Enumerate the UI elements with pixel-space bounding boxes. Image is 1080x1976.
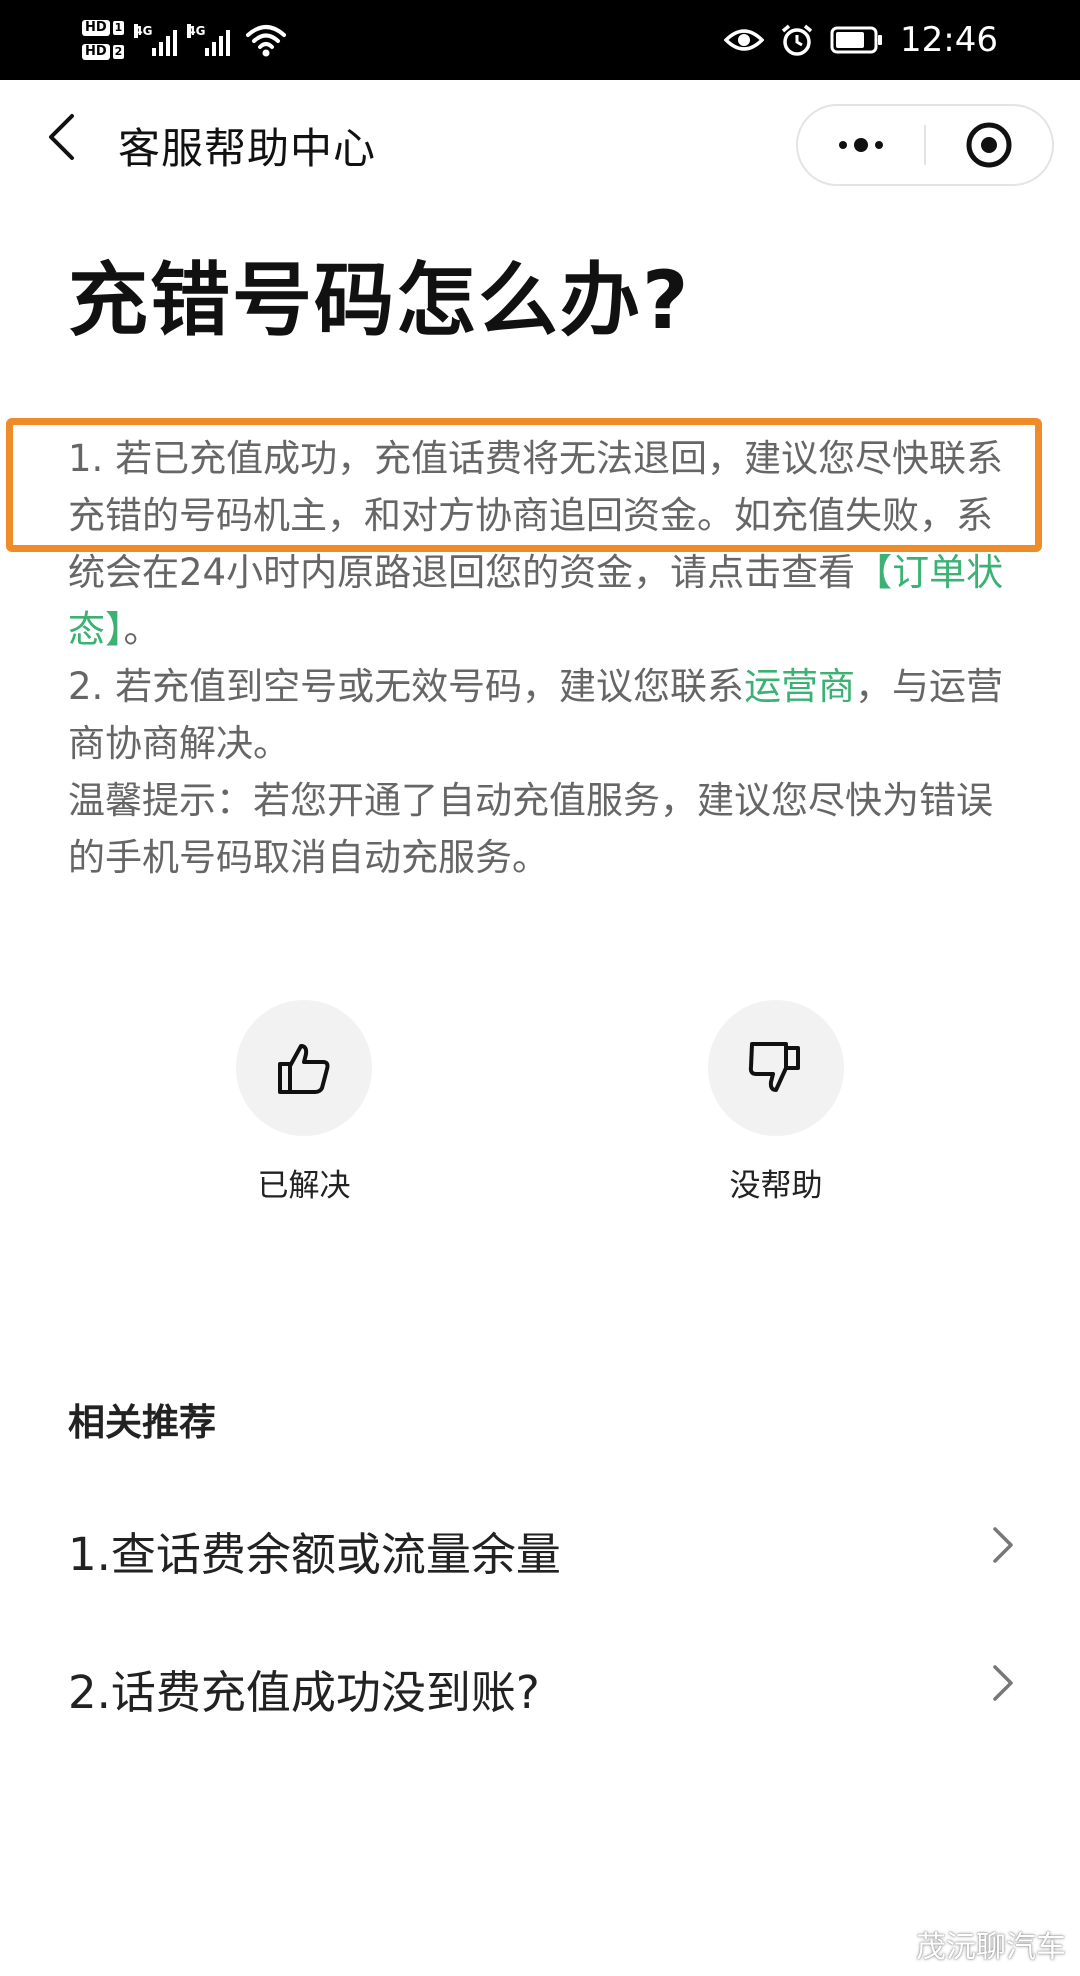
highlight-box	[6, 418, 1042, 552]
paragraph-2: 2. 若充值到空号或无效号码，建议您联系运营商，与运营商协商解决。	[68, 665, 1004, 765]
alarm-icon	[781, 24, 813, 56]
clock: 12:46	[900, 20, 998, 60]
carrier-link[interactable]: 运营商	[744, 665, 855, 708]
status-bar: HD 1 HD 2 4G 4G 12:46	[0, 0, 1080, 80]
tip-paragraph: 温馨提示：若您开通了自动充值服务，建议您尽快为错误的手机号码取消自动充服务。	[68, 779, 993, 879]
chevron-right-icon	[993, 1665, 1013, 1701]
battery-icon	[830, 26, 883, 54]
status-left: HD 1 HD 2 4G 4G	[82, 10, 287, 70]
mini-program-capsule	[796, 104, 1054, 186]
target-close-icon	[966, 122, 1012, 168]
nav-title: 客服帮助中心	[118, 124, 377, 173]
unhelpful-feedback: 没帮助	[676, 1000, 876, 1205]
solved-feedback: 已解决	[204, 1000, 404, 1205]
recommend-item[interactable]: 1.查话费余额或流量余量	[0, 1486, 1080, 1606]
close-button[interactable]	[926, 106, 1052, 184]
recommend-heading: 相关推荐	[68, 1401, 216, 1444]
recommend-item[interactable]: 2.话费充值成功没到账?	[0, 1624, 1080, 1744]
sim-indicators: HD 1 HD 2	[82, 20, 125, 60]
recommend-item-label: 1.查话费余额或流量余量	[68, 1528, 561, 1581]
thumbs-down-button[interactable]	[708, 1000, 844, 1136]
signal-icon: 4G	[134, 24, 178, 56]
chevron-left-icon	[49, 114, 74, 160]
sim1-indicator: HD 1	[82, 20, 125, 36]
wifi-icon	[246, 25, 287, 57]
eye-icon	[724, 29, 765, 51]
sim2-indicator: HD 2	[82, 44, 125, 60]
nav-bar: 客服帮助中心	[0, 80, 1080, 210]
signal-icon: 4G	[187, 24, 231, 56]
more-dots-icon	[839, 138, 883, 152]
page-title: 充错号码怎么办?	[68, 254, 691, 347]
thumbs-up-button[interactable]	[236, 1000, 372, 1136]
status-right: 12:46	[724, 10, 998, 70]
recommend-item-label: 2.话费充值成功没到账?	[68, 1666, 540, 1719]
solved-label: 已解决	[257, 1168, 351, 1204]
watermark: 茂沅聊汽车	[916, 1930, 1066, 1965]
thumbs-up-icon	[278, 1044, 330, 1094]
thumbs-down-icon	[748, 1042, 800, 1092]
chevron-right-icon	[993, 1527, 1013, 1563]
more-button[interactable]	[798, 106, 924, 184]
unhelpful-label: 没帮助	[729, 1168, 823, 1204]
back-button[interactable]	[36, 112, 86, 162]
